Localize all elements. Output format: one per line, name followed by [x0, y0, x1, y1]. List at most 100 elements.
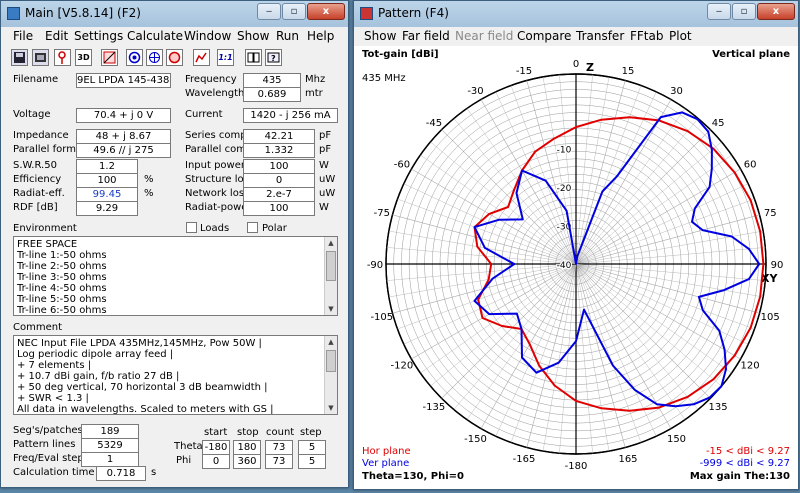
filename-field[interactable]: 9EL LPDA 145-438-V	[76, 73, 171, 88]
ratio-icon[interactable]: 1:1	[217, 49, 234, 66]
menu-edit[interactable]: Edit	[45, 29, 68, 43]
menu-transfer[interactable]: Transfer	[576, 29, 624, 43]
tot-gain-label: Tot-gain [dBi]	[362, 49, 439, 60]
angle-label: 30	[670, 86, 683, 97]
grid-spoke	[559, 74, 577, 265]
far-field-icon[interactable]	[126, 49, 143, 66]
scroll-up-icon[interactable]: ▲	[325, 237, 337, 249]
freq-steps-label: Freq/Eval steps	[13, 453, 89, 464]
theta-count-field[interactable]: 73	[265, 440, 293, 455]
comment-scrollbar[interactable]: ▲ ▼	[324, 336, 337, 414]
angle-label: -105	[370, 312, 393, 323]
scroll-thumb[interactable]	[326, 350, 336, 372]
network-loss-label: Network loss	[185, 188, 250, 199]
theta-stop-field[interactable]: 180	[233, 440, 261, 455]
open-icon[interactable]	[32, 49, 49, 66]
menu-settings[interactable]: Settings	[74, 29, 123, 43]
wavelength-unit: mtr	[305, 88, 323, 99]
grid-spoke	[575, 168, 741, 265]
angle-label: -180	[565, 461, 588, 472]
close-button[interactable]: x	[757, 3, 795, 20]
frequency-field[interactable]: 435	[243, 73, 301, 88]
grid-spoke	[526, 80, 577, 265]
book-icon[interactable]	[245, 49, 262, 66]
wavelength-label: Wavelength	[185, 88, 245, 99]
angle-label: 105	[761, 312, 780, 323]
phi-step-field[interactable]: 5	[298, 454, 326, 469]
grid-spoke	[575, 263, 626, 448]
angle-label: 150	[667, 434, 686, 445]
graph-icon[interactable]	[166, 49, 183, 66]
environment-line: Tr-line 4:-50 ohms	[17, 283, 107, 294]
scroll-down-icon[interactable]: ▼	[325, 402, 337, 414]
near-field-icon[interactable]	[146, 49, 163, 66]
phi-start-field[interactable]: 0	[202, 454, 230, 469]
minimize-button[interactable]: ‒	[257, 3, 281, 20]
main-titlebar[interactable]: Main [V5.8.14] (F2) ‒ ▫ x	[1, 1, 348, 27]
network-loss-field: 2.e-7	[243, 187, 315, 202]
scroll-down-icon[interactable]: ▼	[325, 303, 337, 315]
menu-compare[interactable]: Compare	[517, 29, 571, 43]
menu-near-field[interactable]: Near field	[455, 29, 513, 43]
polar-checkbox[interactable]	[247, 222, 258, 233]
axis-xy-label: XY	[761, 272, 778, 285]
help-icon[interactable]: ?	[265, 49, 282, 66]
polar-chart[interactable]: -150153045607590105120135150165-180-165-…	[354, 46, 798, 489]
menu-calculate[interactable]: Calculate	[127, 29, 183, 43]
scroll-up-icon[interactable]: ▲	[325, 336, 337, 348]
menu-window[interactable]: Window	[184, 29, 231, 43]
impedance-label: Impedance	[13, 130, 69, 141]
3d-view-icon[interactable]: 3D	[75, 49, 92, 66]
rdf-field: 9.29	[76, 201, 138, 216]
polar-label: Polar	[262, 223, 287, 234]
parallel-form-label: Parallel form	[13, 144, 76, 155]
maximize-button[interactable]: ▫	[282, 3, 306, 20]
environment-line: Tr-line 6:-50 ohms	[17, 305, 107, 316]
scroll-thumb[interactable]	[326, 251, 336, 281]
maximize-button[interactable]: ▫	[732, 3, 756, 20]
theta-step-field[interactable]: 5	[298, 440, 326, 455]
menu-show[interactable]: Show	[364, 29, 396, 43]
menu-plot[interactable]: Plot	[669, 29, 692, 43]
angle-label: -150	[464, 434, 487, 445]
grid-spoke	[575, 263, 760, 314]
grid-spoke	[480, 99, 577, 265]
ver-range-label: -999 < dBi < 9.27	[699, 458, 790, 469]
plot-icon[interactable]	[193, 49, 210, 66]
menu-run[interactable]: Run	[276, 29, 299, 43]
environment-line: Tr-line 5:-50 ohms	[17, 294, 107, 305]
menu-file[interactable]: File	[13, 29, 33, 43]
calc-time-label: Calculation time	[13, 467, 95, 478]
environment-line: Tr-line 3:-50 ohms	[17, 272, 107, 283]
app-icon	[360, 7, 373, 20]
save-icon[interactable]	[11, 49, 28, 66]
menu-far-field[interactable]: Far field	[402, 29, 450, 43]
geometry-edit-icon[interactable]	[101, 49, 118, 66]
ver-plane-legend: Ver plane	[362, 458, 410, 469]
loads-checkbox[interactable]	[186, 222, 197, 233]
environment-scrollbar[interactable]: ▲ ▼	[324, 237, 337, 315]
main-menubar: File Edit Settings Calculate Window Show…	[1, 27, 348, 46]
phi-count-field[interactable]: 73	[265, 454, 293, 469]
parallel-comp-field: 1.332	[243, 143, 315, 158]
radiat-power-label: Radiat-power	[185, 202, 252, 213]
structure-loss-field: 0	[243, 173, 315, 188]
theta-start-field[interactable]: -180	[202, 440, 230, 455]
pattern-client: -15 0 15 30 45 60 75 90 105 120 135 150 165 -180 -165-…	[354, 46, 798, 489]
phi-stop-field[interactable]: 360	[233, 454, 261, 469]
menu-help[interactable]: Help	[307, 29, 334, 43]
menu-fftab[interactable]: FFtab	[630, 29, 663, 43]
angle-label: -120	[391, 361, 414, 372]
radiat-eff-unit: %	[144, 188, 154, 199]
pattern-titlebar[interactable]: Pattern (F4) ‒ ▫ x	[354, 1, 798, 27]
radiat-power-unit: W	[319, 202, 329, 213]
close-button[interactable]: x	[307, 3, 345, 20]
freq-steps-field[interactable]: 1	[81, 452, 139, 467]
wire-icon[interactable]	[54, 49, 71, 66]
input-power-field[interactable]: 100	[243, 159, 315, 174]
comment-list[interactable]: NEC Input File LPDA 435MHz,145MHz, Pow 5…	[13, 335, 338, 415]
menu-show[interactable]: Show	[237, 29, 269, 43]
environment-list[interactable]: FREE SPACE Tr-line 1:-50 ohms Tr-line 2:…	[13, 236, 338, 316]
frequency-label: Frequency	[185, 74, 237, 85]
minimize-button[interactable]: ‒	[707, 3, 731, 20]
